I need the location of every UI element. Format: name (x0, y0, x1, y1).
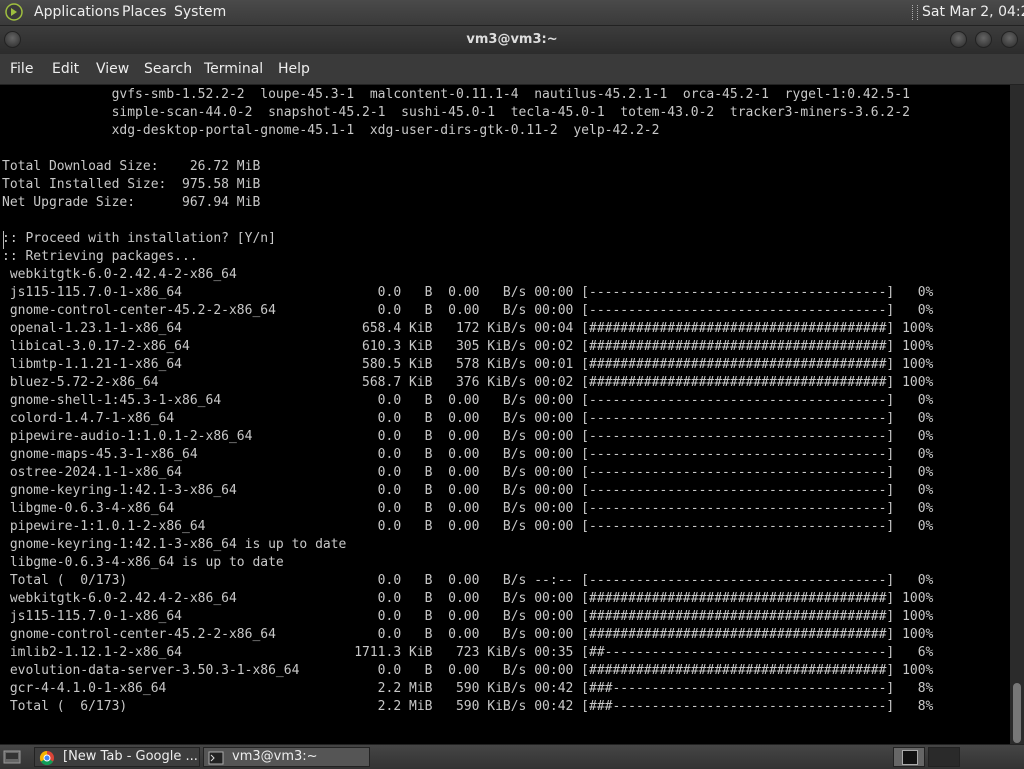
terminal-line: Total ( 0/173) 0.0 B 0.00 B/s --:-- [---… (2, 573, 934, 588)
terminal-line: Total Download Size: 26.72 MiB (2, 159, 261, 174)
menu-bar: File Edit View Search Terminal Help (0, 54, 1024, 85)
menu-view[interactable]: View (96, 61, 129, 77)
menu-help[interactable]: Help (278, 61, 310, 77)
terminal-line: webkitgtk-6.0-2.42.4-2-x86_64 (2, 267, 237, 282)
terminal-line: pipewire-audio-1:1.0.1-2-x86_64 0.0 B 0.… (2, 429, 934, 444)
window-titlebar[interactable]: vm3@vm3:~ (0, 26, 1024, 54)
minimize-button[interactable] (950, 31, 967, 48)
workspace-2[interactable] (928, 747, 960, 767)
terminal-line: gnome-control-center-45.2-2-x86_64 0.0 B… (2, 627, 934, 642)
i-beam-cursor-icon (3, 231, 4, 249)
terminal-line: gcr-4-4.1.0-1-x86_64 2.2 MiB 590 KiB/s 0… (2, 681, 934, 696)
terminal-line: Net Upgrade Size: 967.94 MiB (2, 195, 261, 210)
terminal-line: simple-scan-44.0-2 snapshot-45.2-1 sushi… (2, 105, 910, 120)
taskbar-item-label: [New Tab - Google ... (63, 749, 198, 764)
menu-file[interactable]: File (10, 61, 33, 77)
terminal-line: Total ( 6/173) 2.2 MiB 590 KiB/s 00:42 [… (2, 699, 934, 714)
terminal-line: Total Installed Size: 975.58 MiB (2, 177, 261, 192)
workspace-window-icon (902, 750, 918, 765)
taskbar-item-terminal[interactable]: vm3@vm3:~ (203, 747, 370, 767)
terminal-text: gvfs-smb-1.52.2-2 loupe-45.3-1 malconten… (2, 86, 933, 716)
show-desktop-icon[interactable] (3, 749, 21, 765)
terminal-line: bluez-5.72-2-x86_64 568.7 KiB 376 KiB/s … (2, 375, 934, 390)
terminal-line: :: Retrieving packages... (2, 249, 198, 264)
panel-clock[interactable]: Sat Mar 2, 04:24 (922, 4, 1024, 20)
terminal-line: gnome-maps-45.3-1-x86_64 0.0 B 0.00 B/s … (2, 447, 934, 462)
terminal-line: libgme-0.6.3-4-x86_64 0.0 B 0.00 B/s 00:… (2, 501, 934, 516)
maximize-button[interactable] (975, 31, 992, 48)
bottom-panel: [New Tab - Google ... vm3@vm3:~ (0, 744, 1024, 769)
terminal-line: :: Proceed with installation? [Y/n] (2, 231, 276, 246)
chrome-icon (39, 750, 54, 766)
terminal-line: ostree-2024.1-1-x86_64 0.0 B 0.00 B/s 00… (2, 465, 934, 480)
terminal-line: gnome-shell-1:45.3-1-x86_64 0.0 B 0.00 B… (2, 393, 934, 408)
window-title: vm3@vm3:~ (466, 32, 558, 47)
terminal-line: libical-3.0.17-2-x86_64 610.3 KiB 305 Ki… (2, 339, 934, 354)
terminal-line: js115-115.7.0-1-x86_64 0.0 B 0.00 B/s 00… (2, 285, 934, 300)
panel-separator (912, 5, 918, 20)
terminal-output[interactable]: gvfs-smb-1.52.2-2 loupe-45.3-1 malconten… (0, 85, 1010, 744)
terminal-scrollbar[interactable] (1010, 85, 1024, 744)
terminal-line: colord-1.4.7-1-x86_64 0.0 B 0.00 B/s 00:… (2, 411, 934, 426)
terminal-line: evolution-data-server-3.50.3-1-x86_64 0.… (2, 663, 934, 678)
menu-edit[interactable]: Edit (52, 61, 79, 77)
places-menu[interactable]: Places (122, 4, 167, 20)
terminal-line: webkitgtk-6.0-2.42.4-2-x86_64 0.0 B 0.00… (2, 591, 934, 606)
terminal-line: libmtp-1.1.21-1-x86_64 580.5 KiB 578 KiB… (2, 357, 934, 372)
terminal-line: imlib2-1.12.1-2-x86_64 1711.3 KiB 723 Ki… (2, 645, 934, 660)
terminal-line: xdg-desktop-portal-gnome-45.1-1 xdg-user… (2, 123, 660, 138)
scrollbar-thumb[interactable] (1013, 683, 1021, 743)
terminal-line: libgme-0.6.3-4-x86_64 is up to date (2, 555, 284, 570)
applications-menu[interactable]: Applications (34, 4, 120, 20)
terminal-line: gnome-control-center-45.2-2-x86_64 0.0 B… (2, 303, 934, 318)
terminal-line: gnome-keyring-1:42.1-3-x86_64 0.0 B 0.00… (2, 483, 934, 498)
menu-search[interactable]: Search (144, 61, 192, 77)
system-menu[interactable]: System (174, 4, 226, 20)
terminal-icon (208, 751, 224, 765)
taskbar-item-chrome[interactable]: [New Tab - Google ... (34, 747, 200, 767)
close-button[interactable] (1001, 31, 1018, 48)
gnome-foot-logo-icon[interactable] (5, 3, 23, 21)
terminal-line: gvfs-smb-1.52.2-2 loupe-45.3-1 malconten… (2, 87, 910, 102)
terminal-line: js115-115.7.0-1-x86_64 0.0 B 0.00 B/s 00… (2, 609, 934, 624)
terminal-line: pipewire-1:1.0.1-2-x86_64 0.0 B 0.00 B/s… (2, 519, 934, 534)
top-panel: Applications Places System Sat Mar 2, 04… (0, 0, 1024, 26)
terminal-line: openal-1.23.1-1-x86_64 658.4 KiB 172 KiB… (2, 321, 934, 336)
workspace-1[interactable] (893, 747, 925, 767)
terminal-line: gnome-keyring-1:42.1-3-x86_64 is up to d… (2, 537, 347, 552)
taskbar-item-label: vm3@vm3:~ (232, 749, 318, 764)
menu-terminal[interactable]: Terminal (204, 61, 263, 77)
